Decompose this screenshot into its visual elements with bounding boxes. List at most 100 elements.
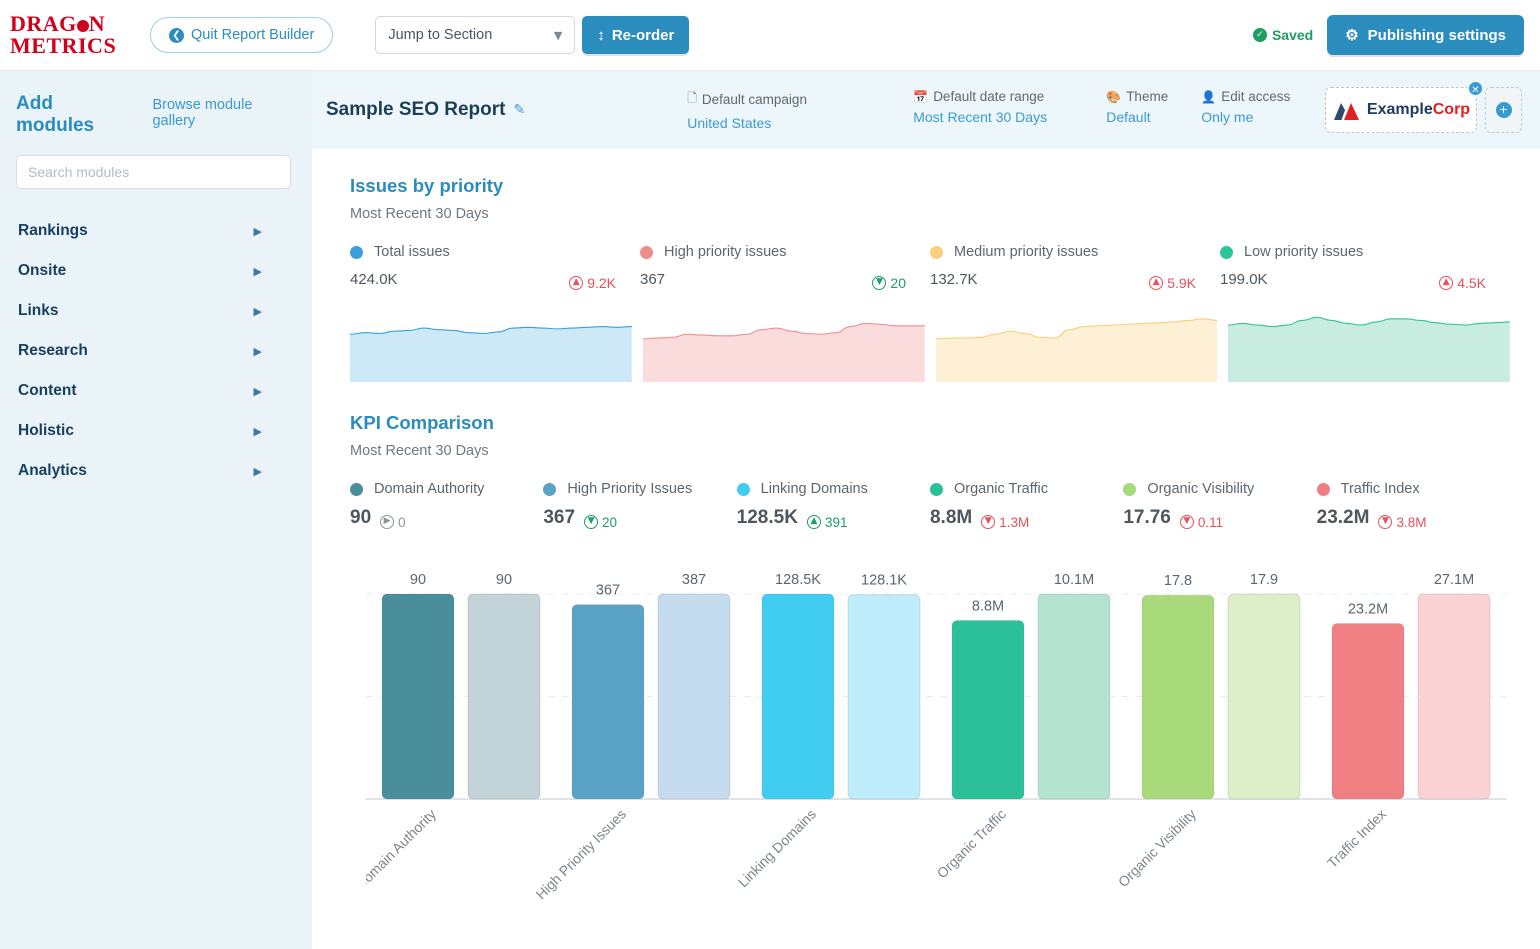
top-toolbar: DRAGN METRICS ❮ Quit Report Builder Jump… xyxy=(0,0,1540,71)
sidebar-item-rankings[interactable]: Rankings ▶ xyxy=(16,211,292,251)
meta-value[interactable]: United States xyxy=(687,115,913,131)
bar[interactable] xyxy=(952,620,1024,799)
browse-module-gallery-link[interactable]: Browse module gallery xyxy=(152,97,292,129)
sidebar-item-holistic[interactable]: Holistic ▶ xyxy=(16,411,292,451)
legend-stat-row: 424.0K▲9.2K xyxy=(350,271,640,291)
search-modules-input[interactable] xyxy=(16,155,291,189)
dragon-metrics-logo[interactable]: DRAGN METRICS xyxy=(10,13,122,57)
back-circle-icon: ❮ xyxy=(169,28,184,43)
issues-module-subtitle: Most Recent 30 Days xyxy=(350,206,1510,222)
check-circle-icon: ✓ xyxy=(1253,28,1267,42)
legend-head: Low priority issues xyxy=(1220,244,1510,260)
bar[interactable] xyxy=(1332,623,1404,798)
bar-value-label: 367 xyxy=(596,582,620,598)
bar-value-label: 8.8M xyxy=(972,598,1004,614)
meta-default-campaign: 🗋 Default campaign United States xyxy=(687,89,913,131)
bar[interactable] xyxy=(468,594,540,799)
delta-up-arrow-icon: ▲ xyxy=(807,515,821,529)
publishing-settings-button[interactable]: ⚙ Publishing settings xyxy=(1327,15,1524,55)
toolbar-right-group: ✓ Saved ⚙ Publishing settings xyxy=(1253,15,1524,55)
meta-label-text: Edit access xyxy=(1221,89,1290,104)
issues-legend-item: High priority issues367▼20 xyxy=(640,244,930,291)
kpi-delta: ▼1.3M xyxy=(981,515,1029,530)
chevron-right-icon: ▶ xyxy=(254,225,262,238)
sidebar-item-content[interactable]: Content ▶ xyxy=(16,371,292,411)
delta-up-arrow-icon: ▲ xyxy=(1149,276,1163,290)
kpi-color-dot-icon xyxy=(543,483,556,496)
sidebar: Add modules Browse module gallery Rankin… xyxy=(0,71,312,949)
x-axis-label: Organic Visibility xyxy=(1115,805,1199,889)
kpi-bar-chart: 9090367387128.5K128.1K8.8M10.1M17.817.92… xyxy=(350,564,1510,909)
publishing-settings-label: Publishing settings xyxy=(1368,27,1506,44)
kpi-color-dot-icon xyxy=(1317,483,1330,496)
category-label: Analytics xyxy=(18,462,87,480)
examplecorp-mark-icon xyxy=(1332,99,1362,121)
delta-down-arrow-icon: ▼ xyxy=(1180,515,1194,529)
add-modules-title: Add modules xyxy=(16,93,130,137)
kpi-label: Organic Traffic xyxy=(954,481,1048,497)
chevron-right-icon: ▶ xyxy=(254,265,262,278)
legend-stat-row: 199.0K▲4.5K xyxy=(1220,271,1510,291)
sidebar-item-research[interactable]: Research ▶ xyxy=(16,331,292,371)
plus-circle-icon: + xyxy=(1496,102,1512,118)
legend-label: Low priority issues xyxy=(1244,244,1363,260)
bar[interactable] xyxy=(1038,594,1110,799)
sidebar-item-onsite[interactable]: Onsite ▶ xyxy=(16,251,292,291)
sidebar-item-links[interactable]: Links ▶ xyxy=(16,291,292,331)
jump-to-section-select[interactable]: Jump to Section ▼ xyxy=(375,16,575,54)
kpi-value: 367 xyxy=(543,507,575,529)
x-axis-label: Linking Domains xyxy=(735,805,819,889)
edit-pencil-icon[interactable]: ✎ xyxy=(514,102,526,118)
kpi-legend-item: Linking Domains128.5K▲391 xyxy=(737,481,930,530)
bar[interactable] xyxy=(1228,594,1300,799)
kpi-legend-item: Domain Authority90▶0 xyxy=(350,481,543,530)
issues-module-title: Issues by priority xyxy=(350,175,1510,197)
kpi-module-title: KPI Comparison xyxy=(350,412,1510,434)
meta-value[interactable]: Most Recent 30 Days xyxy=(913,109,1106,125)
meta-label: 🎨 Theme xyxy=(1106,89,1201,104)
meta-value[interactable]: Only me xyxy=(1201,109,1321,125)
bar[interactable] xyxy=(762,594,834,799)
bar[interactable] xyxy=(1142,595,1214,799)
kpi-value: 8.8M xyxy=(930,507,972,529)
kpi-value: 128.5K xyxy=(737,507,798,529)
bar-value-label: 23.2M xyxy=(1348,601,1388,617)
meta-value[interactable]: Default xyxy=(1106,109,1201,125)
issues-legend-item: Total issues424.0K▲9.2K xyxy=(350,244,640,291)
kpi-delta-value: 0 xyxy=(398,515,406,530)
chevron-right-icon: ▶ xyxy=(254,425,262,438)
legend-color-dot-icon xyxy=(1220,246,1233,259)
reorder-button[interactable]: ↕ Re-order xyxy=(582,16,689,54)
category-label: Content xyxy=(18,382,77,400)
kpi-delta-value: 20 xyxy=(602,515,617,530)
bar[interactable] xyxy=(658,594,730,799)
x-axis-label: High Priority Issues xyxy=(533,805,630,902)
kpi-head: Organic Traffic xyxy=(930,481,1123,497)
category-label: Holistic xyxy=(18,422,74,440)
quit-report-builder-button[interactable]: ❮ Quit Report Builder xyxy=(150,17,333,53)
file-icon: 🗋 xyxy=(687,89,697,110)
sidebar-item-analytics[interactable]: Analytics ▶ xyxy=(16,451,292,491)
add-logo-button[interactable]: + xyxy=(1485,87,1522,133)
kpi-delta: ▼0.11 xyxy=(1180,515,1223,530)
bar[interactable] xyxy=(572,604,644,798)
bar[interactable] xyxy=(848,594,920,798)
logo-word-2: Corp xyxy=(1433,101,1470,118)
meta-label: 👤 Edit access xyxy=(1201,89,1321,104)
legend-color-dot-icon xyxy=(350,246,363,259)
remove-logo-icon[interactable]: ✕ xyxy=(1467,80,1484,97)
bar[interactable] xyxy=(1418,594,1490,799)
logo-line-2: METRICS xyxy=(10,35,122,57)
kpi-value: 17.76 xyxy=(1123,507,1171,529)
meta-label-text: Theme xyxy=(1126,89,1168,104)
sparkline-area-chart xyxy=(936,305,1218,382)
bar[interactable] xyxy=(382,594,454,799)
main-area: Add modules Browse module gallery Rankin… xyxy=(0,71,1540,949)
report-logo-slot[interactable]: ✕ ExampleCorp xyxy=(1325,87,1477,133)
chevron-right-icon: ▶ xyxy=(254,385,262,398)
kpi-legend-item: Organic Traffic 8.8M ▼1.3M xyxy=(930,481,1123,530)
category-label: Links xyxy=(18,302,58,320)
legend-stat-row: 132.7K▲5.9K xyxy=(930,271,1220,291)
kpi-stat-row: 8.8M ▼1.3M xyxy=(930,507,1123,530)
metric-value: 199.0K xyxy=(1220,271,1268,288)
